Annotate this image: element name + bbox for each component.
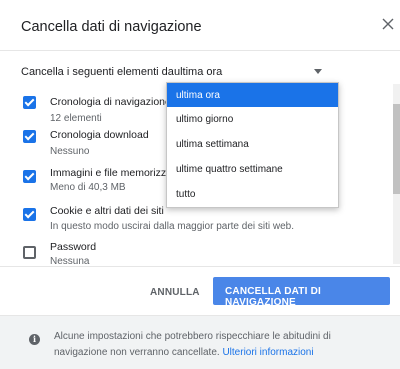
dropdown-option-all-time[interactable]: tutto xyxy=(167,182,338,206)
checkbox-checked-icon[interactable] xyxy=(23,96,36,109)
option-label: ultimo giorno xyxy=(176,114,234,125)
option-label: tutto xyxy=(176,189,196,200)
dropdown-option-last-day[interactable]: ultimo giorno xyxy=(167,107,338,131)
time-range-dropdown: ultima ora ultimo giorno ultima settiman… xyxy=(166,82,339,208)
item-subtitle: Meno di 40,3 MB xyxy=(50,182,126,193)
divider xyxy=(0,50,400,51)
item-subtitle: Nessuna xyxy=(50,256,90,266)
learn-more-link[interactable]: Ulteriori informazioni xyxy=(222,347,313,358)
item-title: Cronologia download xyxy=(50,129,149,141)
list-item-passwords[interactable]: Password Nessuna xyxy=(0,241,400,266)
item-title: Cronologia di navigazione xyxy=(50,96,171,108)
time-range-select[interactable]: ultima ora xyxy=(166,60,334,82)
scrollbar-thumb[interactable] xyxy=(393,104,400,194)
dialog-title: Cancella dati di navigazione xyxy=(21,19,202,35)
divider xyxy=(0,266,400,267)
option-label: ultima ora xyxy=(176,90,220,101)
dropdown-option-last-hour[interactable]: ultima ora xyxy=(167,83,338,107)
checkbox-checked-icon[interactable] xyxy=(23,130,36,143)
item-title: Cookie e altri dati dei siti xyxy=(50,205,164,217)
checkbox-checked-icon[interactable] xyxy=(23,208,36,221)
clear-data-button[interactable]: CANCELLA DATI DI NAVIGAZIONE xyxy=(213,277,390,308)
info-footer: Alcune impostazioni che potrebbero rispe… xyxy=(0,315,400,369)
checkbox-checked-icon[interactable] xyxy=(23,170,36,183)
item-subtitle: 12 elementi xyxy=(50,113,102,124)
scrollbar[interactable] xyxy=(393,84,400,264)
dropdown-option-last-four-weeks[interactable]: ultime quattro settimane xyxy=(167,157,338,181)
item-subtitle: Nessuno xyxy=(50,146,90,157)
clear-browsing-data-dialog: Cancella dati di navigazione Cancella i … xyxy=(0,0,400,369)
item-title: Immagini e file memorizzati xyxy=(50,167,178,179)
item-subtitle: In questo modo uscirai dalla maggior par… xyxy=(50,221,295,232)
footer-note: Alcune impostazioni che potrebbero rispe… xyxy=(54,329,384,361)
dropdown-option-last-week[interactable]: ultima settimana xyxy=(167,132,338,156)
clear-data-button-label: CANCELLA DATI DI NAVIGAZIONE xyxy=(225,286,321,308)
cancel-button-label: ANNULLA xyxy=(150,287,200,298)
option-label: ultima settimana xyxy=(176,139,249,150)
checkbox-unchecked-icon[interactable] xyxy=(23,246,36,259)
item-title: Password xyxy=(50,241,97,253)
chevron-down-icon xyxy=(314,69,322,74)
time-range-value: ultima ora xyxy=(174,66,223,78)
info-icon xyxy=(29,334,40,345)
list-item-cookies[interactable]: Cookie e altri dati dei siti In questo m… xyxy=(0,205,400,245)
time-range-label: Cancella i seguenti elementi da xyxy=(21,66,174,78)
close-icon[interactable] xyxy=(380,16,396,32)
cancel-button[interactable]: ANNULLA xyxy=(140,280,204,304)
option-label: ultime quattro settimane xyxy=(176,164,283,175)
